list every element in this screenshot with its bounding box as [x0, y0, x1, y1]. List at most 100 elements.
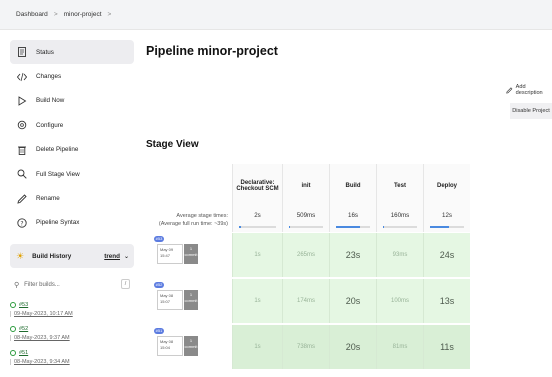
run-info: #52 May 08 15:07 1 commit	[154, 282, 234, 320]
build-history-title: Build History	[32, 252, 72, 260]
avg-cell: 2s	[232, 208, 282, 232]
breadcrumb-minor-project[interactable]: minor-project	[64, 11, 102, 18]
add-description-link[interactable]: Add description	[506, 84, 552, 96]
sidebar-item-rename[interactable]: Rename	[10, 186, 134, 210]
avg-cell: 509ms	[282, 208, 329, 232]
stage-cell[interactable]: 174ms	[282, 279, 329, 323]
stage-cell[interactable]: 20s	[329, 325, 376, 369]
build-number-link[interactable]: #52	[19, 326, 28, 332]
build-date-link[interactable]: 08-May-2023, 9:37 AM	[10, 335, 134, 341]
run-commits[interactable]: 1 commit	[184, 290, 198, 310]
build-date-link[interactable]: 09-May-2023, 10:17 AM	[10, 311, 134, 317]
sidebar-item-delete-pipeline[interactable]: Delete Pipeline	[10, 138, 134, 162]
build-number-link[interactable]: #51	[19, 350, 28, 356]
build-history-entry[interactable]: #52 08-May-2023, 9:37 AM	[10, 326, 134, 341]
avg-time: 12s	[442, 212, 452, 219]
run-number-badge[interactable]: #53	[154, 236, 164, 242]
sidebar-item-changes[interactable]: Changes	[10, 64, 134, 88]
avg-bar-fill	[289, 226, 290, 228]
pencil-icon	[16, 193, 28, 205]
stage-cell[interactable]: 1s	[232, 325, 282, 369]
build-number-link[interactable]: #53	[19, 302, 28, 308]
code-icon	[16, 71, 28, 83]
gear-icon	[16, 119, 28, 131]
stage-cell[interactable]: 1s	[232, 233, 282, 277]
stage-view-title: Stage View	[146, 139, 199, 150]
run-info: #51 May 08 15:04 1 commit	[154, 328, 234, 366]
run-date: May 08 15:07	[157, 290, 183, 310]
run-row: #51 May 08 15:04 1 commit 1s 738ms 20s 81m…	[146, 324, 470, 370]
sun-icon: ☀	[16, 250, 25, 261]
disable-project-button[interactable]: Disable Project	[510, 103, 552, 119]
run-commits[interactable]: 1 commit	[184, 336, 198, 356]
sidebar-item-status[interactable]: Status	[10, 40, 134, 65]
stage-cell[interactable]: 1s	[232, 279, 282, 323]
avg-time: 16s	[348, 212, 358, 219]
stage-cell[interactable]: 93ms	[376, 233, 423, 277]
sidebar-item-label: Pipeline Syntax	[36, 219, 80, 227]
average-full-run-text: (Average full run time: ~39s)	[158, 221, 228, 227]
run-date: May 08 15:04	[157, 336, 183, 356]
avg-time: 2s	[254, 212, 261, 219]
chevron-down-icon[interactable]: ⌄	[124, 253, 129, 260]
run-number-badge[interactable]: #52	[154, 282, 164, 288]
stage-header-deploy: Deploy	[423, 164, 470, 208]
stage-cell[interactable]: 265ms	[282, 233, 329, 277]
stage-cell[interactable]: 23s	[329, 233, 376, 277]
avg-cell: 12s	[423, 208, 470, 232]
sidebar-item-label: Build Now	[36, 97, 65, 105]
build-history-entry[interactable]: #53 09-May-2023, 10:17 AM	[10, 302, 134, 317]
stage-cell[interactable]: 738ms	[282, 325, 329, 369]
stage-header-test: Test	[376, 164, 423, 208]
sidebar: Status Changes Build Now Configure Delet…	[10, 40, 134, 365]
filter-builds-input[interactable]: ⚲ Filter builds... /	[10, 276, 134, 293]
build-history-entry[interactable]: #51 08-May-2023, 9:34 AM	[10, 350, 134, 365]
sidebar-item-configure[interactable]: Configure	[10, 113, 134, 137]
breadcrumb-separator: >	[53, 11, 58, 18]
sidebar-item-label: Changes	[36, 73, 62, 81]
avg-time: 509ms	[296, 212, 316, 219]
run-date: May 09 15:47	[157, 244, 183, 264]
sidebar-item-full-stage-view[interactable]: Full Stage View	[10, 162, 134, 186]
sidebar-item-label: Rename	[36, 195, 60, 203]
search-icon: ⚲	[14, 281, 20, 289]
breadcrumb-separator: >	[107, 11, 112, 18]
sidebar-item-label: Status	[36, 48, 54, 56]
filter-placeholder: Filter builds...	[24, 281, 60, 288]
stage-cell[interactable]: 81ms	[376, 325, 423, 369]
stage-header-build: Build	[329, 164, 376, 208]
run-number-badge[interactable]: #51	[154, 328, 164, 334]
document-icon	[16, 46, 28, 58]
sidebar-item-label: Full Stage View	[36, 170, 80, 178]
breadcrumb-dashboard[interactable]: Dashboard	[16, 11, 48, 18]
sidebar-item-label: Delete Pipeline	[36, 146, 79, 154]
success-icon	[10, 326, 16, 332]
average-times-label: Average stage times: (Average full run t…	[146, 208, 232, 232]
run-info: #53 May 09 15:47 1 commit	[154, 236, 234, 274]
sidebar-item-pipeline-syntax[interactable]: ? Pipeline Syntax	[10, 211, 134, 235]
breadcrumb: Dashboard > minor-project >	[0, 0, 552, 30]
pencil-icon	[506, 86, 513, 94]
success-icon	[10, 302, 16, 308]
avg-bar-fill	[239, 226, 241, 228]
trend-link[interactable]: trend	[104, 253, 120, 260]
stage-cell[interactable]: 20s	[329, 279, 376, 323]
stage-header-checkout: Declarative: Checkout SCM	[232, 164, 282, 208]
stage-cell[interactable]: 13s	[423, 279, 470, 323]
build-date-link[interactable]: 08-May-2023, 9:34 AM	[10, 359, 134, 365]
stage-cell[interactable]: 11s	[423, 325, 470, 369]
stage-cell[interactable]: 100ms	[376, 279, 423, 323]
add-description-label: Add description	[515, 84, 543, 96]
avg-time: 160ms	[390, 212, 410, 219]
sidebar-item-build-now[interactable]: Build Now	[10, 89, 134, 113]
success-icon	[10, 350, 16, 356]
build-history-header: ☀ Build History trend ⌄	[10, 244, 134, 268]
avg-bar-fill	[430, 226, 449, 228]
stage-cell[interactable]: 24s	[423, 233, 470, 277]
avg-cell: 160ms	[376, 208, 423, 232]
page-title: Pipeline minor-project	[146, 44, 278, 58]
avg-bar-fill	[336, 226, 360, 228]
average-stage-times-text: Average stage times:	[176, 213, 228, 219]
svg-text:?: ?	[20, 220, 23, 227]
run-commits[interactable]: 1 commit	[184, 244, 198, 264]
